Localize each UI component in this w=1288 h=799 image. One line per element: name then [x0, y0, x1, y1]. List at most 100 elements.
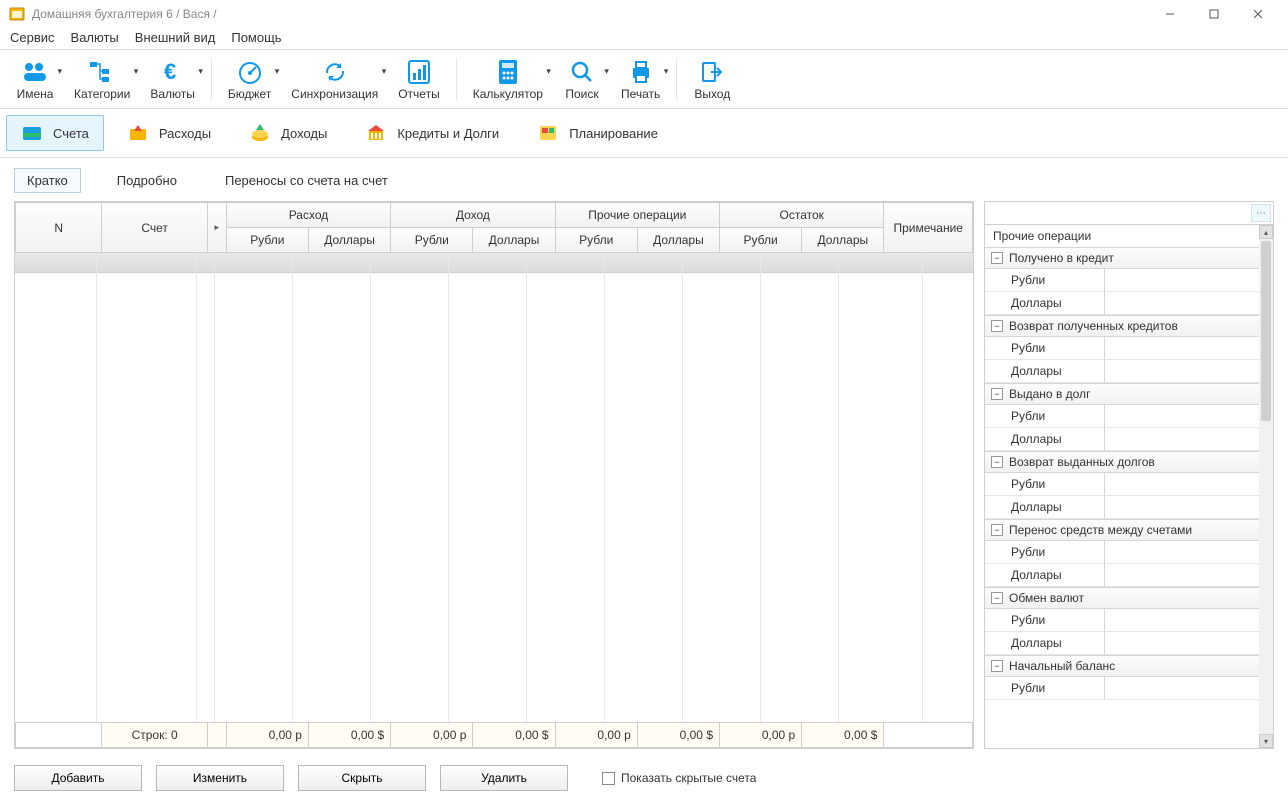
col-other[interactable]: Прочие операции — [555, 203, 719, 228]
print-icon — [622, 57, 660, 87]
subtab-detail[interactable]: Подробно — [105, 169, 189, 192]
add-button[interactable]: Добавить — [14, 765, 142, 791]
subtab-brief[interactable]: Кратко — [14, 168, 81, 193]
minimize-button[interactable] — [1148, 0, 1192, 28]
maximize-button[interactable] — [1192, 0, 1236, 28]
hide-button[interactable]: Скрыть — [298, 765, 426, 791]
nav-credits[interactable]: Кредиты и Долги — [350, 115, 514, 151]
menu-appearance[interactable]: Внешний вид — [135, 30, 216, 45]
tree-row[interactable]: Рубли — [985, 677, 1273, 700]
col-inc-usd[interactable]: Доллары — [473, 228, 555, 253]
toolbar-label: Синхронизация — [291, 87, 378, 101]
col-income[interactable]: Доход — [391, 203, 555, 228]
toolbar-label: Имена — [17, 87, 54, 101]
tree-group-label: Возврат полученных кредитов — [1009, 319, 1178, 333]
tree-row-label: Доллары — [985, 632, 1105, 655]
footer-oth-rub: 0,00 р — [555, 723, 637, 748]
col-bal-rub[interactable]: Рубли — [720, 228, 802, 253]
expense-icon — [127, 122, 149, 144]
tree-group-head[interactable]: −Перенос средств между счетами — [985, 519, 1273, 541]
nav-income[interactable]: Доходы — [234, 115, 342, 151]
scroll-down-icon[interactable]: ▾ — [1259, 734, 1273, 748]
nav-planning[interactable]: Планирование — [522, 115, 673, 151]
close-button[interactable] — [1236, 0, 1280, 28]
toolbar-names[interactable]: ▾ Имена — [6, 54, 64, 104]
nav-label: Планирование — [569, 126, 658, 141]
col-note[interactable]: Примечание — [884, 203, 973, 253]
col-bal-usd[interactable]: Доллары — [802, 228, 884, 253]
toolbar-search[interactable]: ▾ Поиск — [553, 54, 611, 104]
tree-row[interactable]: Доллары — [985, 564, 1273, 587]
collapse-icon: − — [991, 388, 1003, 400]
toolbar-label: Калькулятор — [473, 87, 543, 101]
tree-row[interactable]: Рубли — [985, 405, 1273, 428]
show-hidden-checkbox[interactable]: Показать скрытые счета — [602, 771, 756, 785]
tree-group-label: Возврат выданных долгов — [1009, 455, 1155, 469]
toolbar-label: Выход — [694, 87, 730, 101]
nav-expenses[interactable]: Расходы — [112, 115, 226, 151]
toolbar-budget[interactable]: ▾ Бюджет — [218, 54, 281, 104]
gauge-icon — [231, 57, 269, 87]
toolbar-calculator[interactable]: ▾ Калькулятор — [463, 54, 553, 104]
sync-icon — [316, 57, 354, 87]
tree-row-value — [1105, 428, 1273, 451]
subtab-transfers[interactable]: Переносы со счета на счет — [213, 169, 400, 192]
tree-row-label: Доллары — [985, 428, 1105, 451]
toolbar-categories[interactable]: ▾ Категории — [64, 54, 140, 104]
tree-row[interactable]: Рубли — [985, 337, 1273, 360]
scroll-up-icon[interactable]: ▴ — [1259, 225, 1273, 239]
tree-row-label: Рубли — [985, 541, 1105, 564]
toolbar-exit[interactable]: Выход — [683, 54, 741, 104]
toolbar-print[interactable]: ▾ Печать — [611, 54, 670, 104]
toolbar-currencies[interactable]: € ▾ Валюты — [140, 54, 205, 104]
col-oth-rub[interactable]: Рубли — [555, 228, 637, 253]
toolbar-reports[interactable]: Отчеты — [388, 54, 449, 104]
collapse-icon: − — [991, 456, 1003, 468]
tree-group-head[interactable]: −Возврат выданных долгов — [985, 451, 1273, 473]
col-n[interactable]: N — [16, 203, 102, 253]
tree-group-head[interactable]: −Начальный баланс — [985, 655, 1273, 677]
delete-button[interactable]: Удалить — [440, 765, 568, 791]
tree-title: Прочие операции — [985, 225, 1273, 247]
footer-oth-usd: 0,00 $ — [637, 723, 719, 748]
tree-row[interactable]: Доллары — [985, 360, 1273, 383]
tree-group-head[interactable]: −Обмен валют — [985, 587, 1273, 609]
accounts-grid: N Счет ▸ Расход Доход Прочие операции Ос… — [14, 201, 974, 749]
tree-row-label: Рубли — [985, 473, 1105, 496]
tree-group-head[interactable]: −Выдано в долг — [985, 383, 1273, 405]
col-inc-rub[interactable]: Рубли — [391, 228, 473, 253]
tree-group-head[interactable]: −Получено в кредит — [985, 247, 1273, 269]
col-oth-usd[interactable]: Доллары — [637, 228, 719, 253]
col-expand-arrow[interactable]: ▸ — [207, 203, 226, 253]
menu-currencies[interactable]: Валюты — [71, 30, 119, 45]
col-exp-rub[interactable]: Рубли — [226, 228, 308, 253]
col-balance[interactable]: Остаток — [720, 203, 884, 228]
edit-button[interactable]: Изменить — [156, 765, 284, 791]
menu-help[interactable]: Помощь — [231, 30, 281, 45]
tree-row[interactable]: Рубли — [985, 609, 1273, 632]
footer-exp-rub: 0,00 р — [226, 723, 308, 748]
nav-accounts[interactable]: Счета — [6, 115, 104, 151]
col-expense[interactable]: Расход — [226, 203, 390, 228]
tree-row[interactable]: Доллары — [985, 428, 1273, 451]
tree-row-label: Рубли — [985, 405, 1105, 428]
scroll-thumb[interactable] — [1261, 241, 1271, 421]
tree-row[interactable]: Рубли — [985, 541, 1273, 564]
tree-row[interactable]: Доллары — [985, 496, 1273, 519]
toolbar-sync[interactable]: ▾ Синхронизация — [281, 54, 388, 104]
tree-row-label: Доллары — [985, 360, 1105, 383]
chart-icon — [400, 57, 438, 87]
menu-service[interactable]: Сервис — [10, 30, 55, 45]
tree-row-label: Рубли — [985, 609, 1105, 632]
grid-body[interactable] — [15, 253, 973, 722]
tree-row[interactable]: Доллары — [985, 632, 1273, 655]
tree-row[interactable]: Рубли — [985, 473, 1273, 496]
col-account[interactable]: Счет — [102, 203, 207, 253]
tree-row[interactable]: Доллары — [985, 292, 1273, 315]
toolbar-label: Поиск — [565, 87, 598, 101]
col-exp-usd[interactable]: Доллары — [308, 228, 390, 253]
tree-group-head[interactable]: −Возврат полученных кредитов — [985, 315, 1273, 337]
panel-options-button[interactable]: ⋯ — [1251, 204, 1271, 222]
tree-row[interactable]: Рубли — [985, 269, 1273, 292]
scrollbar[interactable]: ▴ ▾ — [1259, 225, 1273, 748]
